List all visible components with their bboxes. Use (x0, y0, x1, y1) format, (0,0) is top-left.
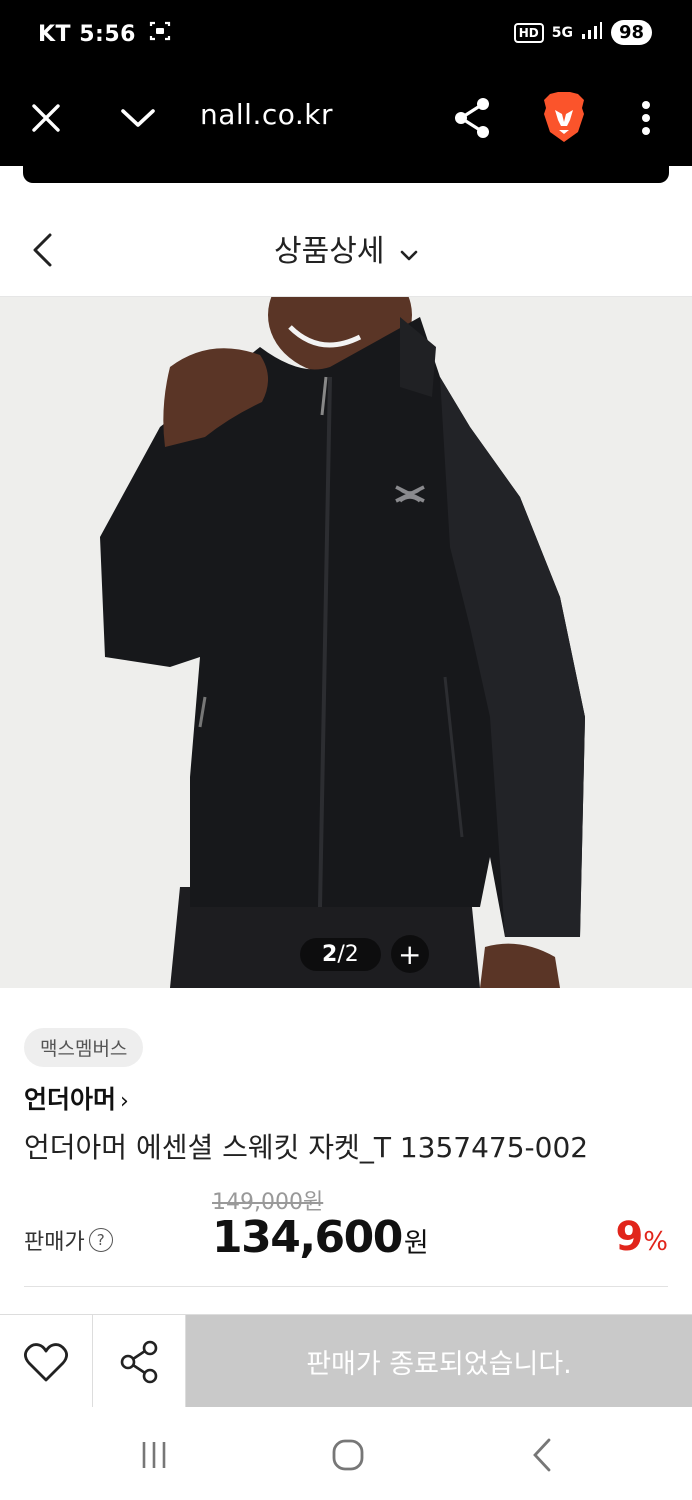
system-back-button[interactable] (522, 1437, 562, 1473)
brave-lion-icon (544, 92, 584, 142)
close-tab-button[interactable] (22, 94, 70, 142)
share-icon (120, 1340, 158, 1383)
recent-apps-button[interactable] (134, 1437, 174, 1473)
status-bar: KT 5:56 HD 5G 98 (0, 0, 692, 72)
heart-icon (24, 1342, 68, 1381)
divider (24, 1286, 668, 1287)
chevron-down-icon (121, 109, 155, 127)
home-icon (332, 1439, 364, 1471)
sale-price: 134,600원 (212, 1212, 429, 1263)
system-nav-bar (0, 1407, 692, 1500)
page-header: 상품상세 (0, 198, 692, 297)
address-bar-url[interactable]: nall.co.kr (200, 98, 333, 131)
toolbar-shadow (23, 150, 669, 183)
product-name: 언더아머 에센셜 스웨킷 자켓_T 1357475-002 (24, 1131, 589, 1164)
brand-link[interactable]: 언더아머 › (24, 1080, 129, 1116)
bottom-action-bar: 판매가 종료되었습니다. (0, 1314, 692, 1408)
share-product-button[interactable] (93, 1315, 186, 1408)
collapse-toolbar-button[interactable] (114, 94, 162, 142)
back-icon (533, 1438, 551, 1472)
more-vertical-icon (642, 101, 650, 135)
page-title: 상품상세 (274, 234, 385, 269)
screen-recorder-icon (148, 20, 172, 48)
page-total: 2 (344, 941, 359, 967)
share-button[interactable] (448, 94, 496, 142)
network-type: 5G (551, 24, 573, 41)
home-button[interactable] (328, 1437, 368, 1473)
sold-out-button[interactable]: 판매가 종료되었습니다. (186, 1315, 692, 1408)
help-icon[interactable]: ? (88, 1228, 113, 1252)
battery-indicator: 98 (610, 20, 652, 45)
signal-icon (581, 21, 603, 44)
seller-tag: 맥스멤버스 (24, 1028, 144, 1067)
brand-name: 언더아머 (24, 1085, 117, 1114)
discount-rate: 9% (615, 1214, 668, 1260)
chevron-right-icon: › (120, 1089, 129, 1114)
price-label: 판매가 ? (24, 1224, 113, 1256)
brave-shields-button[interactable] (540, 90, 588, 144)
recents-icon (142, 1442, 166, 1468)
status-carrier-time: KT 5:56 (38, 21, 136, 47)
image-pager: 2/2 + (300, 935, 429, 973)
close-icon (32, 104, 60, 132)
hd-voice-icon: HD (513, 22, 544, 43)
browser-menu-button[interactable] (622, 94, 670, 142)
wishlist-button[interactable] (0, 1315, 93, 1408)
zoom-image-button[interactable]: + (390, 935, 429, 973)
product-photo-jacket (0, 297, 692, 988)
page-current: 2 (322, 941, 338, 967)
share-icon (455, 98, 489, 138)
page-title-dropdown[interactable]: 상품상세 (0, 226, 692, 270)
product-image[interactable] (0, 297, 692, 988)
chevron-down-icon (400, 235, 418, 270)
